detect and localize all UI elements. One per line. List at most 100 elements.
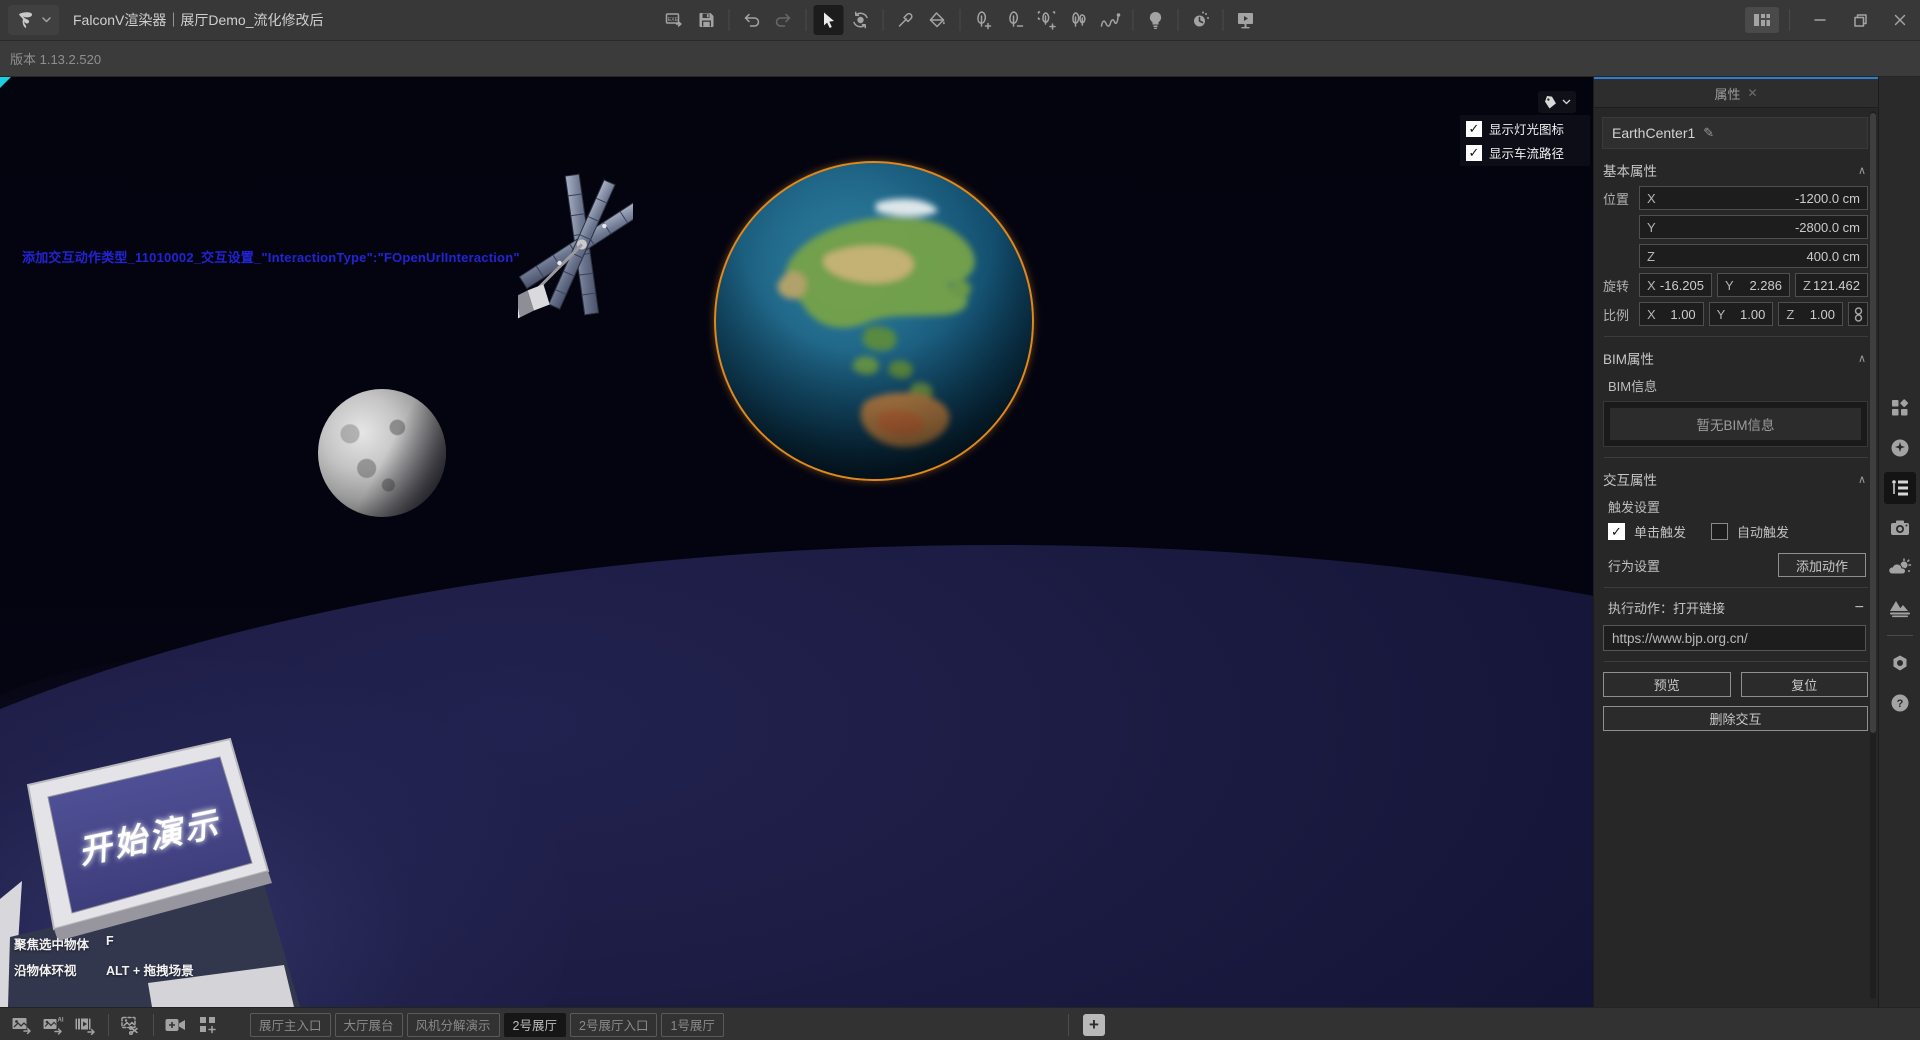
tab-view-3-active[interactable]: 2号展厅 [504,1013,566,1037]
collapse-caret-icon[interactable]: ∧ [1858,473,1866,486]
scrollbar-thumb[interactable] [1870,113,1876,733]
axis-label: X [1647,307,1656,322]
app-menu-button[interactable] [8,5,59,35]
rotation-z-input[interactable]: Z 121.462 [1795,273,1868,297]
trigger-checkbox-row: 单击触发 自动触发 [1608,522,1866,541]
crop-screenshot-button[interactable] [115,1012,147,1038]
title-bar: FalconV渲染器｜展厅Demo_流化修改后 EXE [0,0,1920,41]
tab-view-4[interactable]: 2号展厅入口 [570,1013,657,1037]
eyedropper-button[interactable] [891,5,921,35]
delete-interaction-button[interactable]: 删除交互 [1603,706,1868,731]
collapse-caret-icon[interactable]: ∧ [1858,352,1866,365]
section-divider [1604,336,1868,337]
export-video-button[interactable] [70,1012,102,1038]
add-action-button[interactable]: 添加动作 [1778,553,1866,577]
orbit-icon [851,10,871,30]
reset-button[interactable]: 复位 [1741,672,1869,697]
toolbar-separator [1133,9,1134,31]
tab-view-2[interactable]: 风机分解演示 [407,1013,500,1037]
checkbox-checked[interactable] [1466,121,1482,137]
properties-scrollbar[interactable] [1870,111,1876,999]
material-sphere-button[interactable] [1884,432,1916,464]
moon-object[interactable] [318,389,446,517]
scale-z-input[interactable]: Z 1.00 [1778,302,1843,326]
foliage-brush-add-icon [1037,10,1057,30]
help-button[interactable]: ? [1884,687,1916,719]
checkbox-checked[interactable] [1466,145,1482,161]
axis-label: X [1647,191,1656,206]
export-exe-button[interactable]: EXE [660,5,690,35]
undo-button[interactable] [737,5,767,35]
tab-view-5[interactable]: 1号展厅 [661,1013,723,1037]
foliage-add-button[interactable] [968,5,998,35]
auto-trigger-checkbox[interactable] [1711,523,1728,540]
tab-view-1[interactable]: 大厅展台 [335,1013,403,1037]
select-tool-button[interactable] [814,5,844,35]
camera-add-button[interactable] [160,1012,192,1038]
collapse-caret-icon[interactable]: ∧ [1858,164,1866,177]
remove-action-icon[interactable]: − [1855,599,1864,617]
foliage-remove-button[interactable] [1000,5,1030,35]
position-x-input[interactable]: X -1200.0 cm [1639,186,1868,210]
scale-x-input[interactable]: X 1.00 [1639,302,1704,326]
presentation-button[interactable] [1231,5,1261,35]
earth-object-selected[interactable] [714,161,1034,481]
show-light-icons-option[interactable]: 显示灯光图标 [1466,119,1584,138]
foliage-brush-add-button[interactable] [1032,5,1062,35]
terrain-button[interactable] [1884,592,1916,624]
display-options-button[interactable] [1538,91,1576,113]
version-bar: 版本 1.13.2.520 [0,41,1920,77]
url-input[interactable] [1603,625,1866,651]
orbit-tool-button[interactable] [846,5,876,35]
paint-bucket-button[interactable] [923,5,953,35]
position-z-input[interactable]: Z 400.0 cm [1639,244,1868,268]
option-label: 显示车流路径 [1489,143,1564,162]
redo-button[interactable] [769,5,799,35]
scale-y-input[interactable]: Y 1.00 [1709,302,1774,326]
weather-button[interactable] [1884,552,1916,584]
minimize-button[interactable] [1800,0,1840,40]
save-button[interactable] [692,5,722,35]
tab-view-0[interactable]: 展厅主入口 [250,1013,331,1037]
edit-name-icon[interactable]: ✎ [1703,125,1714,141]
export-image-button[interactable] [6,1012,38,1038]
object-name-field[interactable]: EarthCenter1 ✎ [1602,117,1868,149]
foliage-scatter-button[interactable] [1064,5,1094,35]
rotation-x-input[interactable]: X -16.205 [1639,273,1712,297]
restore-button[interactable] [1840,0,1880,40]
show-traffic-paths-option[interactable]: 显示车流路径 [1466,143,1584,162]
add-view-button[interactable]: + [1083,1014,1105,1036]
preview-button[interactable]: 预览 [1603,672,1731,697]
assets-button[interactable] [1884,392,1916,424]
position-y-input[interactable]: Y -2800.0 cm [1639,215,1868,239]
window-controls-separator [1789,9,1790,31]
close-button[interactable] [1880,0,1920,40]
section-interaction-properties[interactable]: 交互属性 ∧ [1603,469,1866,489]
click-trigger-checkbox[interactable] [1608,523,1625,540]
viewgrid-add-button[interactable] [192,1012,224,1038]
undo-icon [742,11,762,29]
tab-close-icon[interactable]: ✕ [1747,86,1757,100]
properties-tab-bar[interactable]: 属性 ✕ [1594,79,1878,108]
axis-label: Y [1725,278,1734,293]
eyedropper-icon [897,11,915,29]
chevron-down-icon [1562,99,1571,105]
time-of-day-button[interactable] [1186,5,1216,35]
section-bim-properties[interactable]: BIM属性 ∧ [1603,348,1866,368]
outliner-button[interactable] [1884,472,1916,504]
section-basic-properties[interactable]: 基本属性 ∧ [1603,160,1866,180]
rotation-y-input[interactable]: Y 2.286 [1717,273,1790,297]
tab-properties[interactable]: 属性 [1714,84,1740,103]
toolbar-separator [883,9,884,31]
satellite-object[interactable] [518,165,633,370]
viewport-3d[interactable]: 添加交互动作类型_11010002_交互设置_"InteractionType"… [0,77,1593,1007]
settings-button[interactable] [1884,647,1916,679]
scale-link-button[interactable] [1848,302,1868,326]
layout-button[interactable] [1745,7,1779,33]
path-draw-button[interactable] [1096,5,1126,35]
window-title: FalconV渲染器｜展厅Demo_流化修改后 [73,10,324,30]
export-image-ai-button[interactable]: AI [38,1012,70,1038]
camera-button[interactable] [1884,512,1916,544]
behavior-settings-row: 行为设置 添加动作 [1608,553,1866,577]
light-button[interactable] [1141,5,1171,35]
